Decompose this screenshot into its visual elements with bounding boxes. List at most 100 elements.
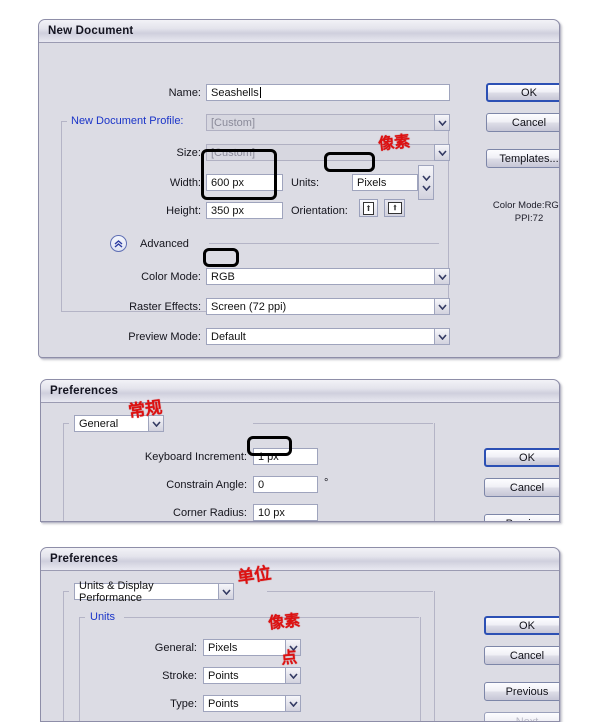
preview-mode-label: Preview Mode: [128,331,201,343]
preferences-panel-combobox[interactable]: General [74,415,164,432]
name-input-value: Seashells [211,86,259,99]
height-input-value: 350 px [211,204,245,217]
info-color-mode: Color Mode:RGB [492,200,560,211]
chevron-down-icon[interactable] [434,328,450,345]
units-panel-groupbox-top-right [267,591,433,592]
landscape-icon [387,202,402,214]
name-input[interactable]: Seashells [206,84,450,101]
chevron-down-icon[interactable] [285,667,301,684]
cancel-button[interactable]: Cancel [484,478,559,497]
new-document-titlebar: New Document [39,20,559,43]
width-input-value: 600 px [211,176,245,189]
units-type-combobox[interactable]: Points [203,695,301,712]
chevron-down-icon-lower [421,184,431,191]
preferences-general-titlebar: Preferences [41,380,559,403]
corner-radius-label: Corner Radius: [173,507,247,519]
screenshot-stage: New Document Name: Seashells New Documen… [0,0,600,722]
units-stroke-label: Stroke: [162,670,197,682]
preferences-general-dialog: Preferences General Keyboard Increment: … [40,379,560,522]
orientation-landscape-button[interactable] [384,199,405,217]
degree-symbol: ° [324,477,329,489]
constrain-angle-value: 0 [258,478,265,491]
preferences-general-title: Preferences [50,385,119,397]
units-inner-legend: Units [87,611,119,623]
chevron-down-icon[interactable] [434,144,450,161]
constrain-angle-input[interactable]: 0 [253,476,318,493]
templates-button[interactable]: Templates... [486,149,559,168]
previous-button[interactable]: Previous [484,514,559,521]
general-panel-groupbox-top-left [63,423,69,424]
units-value: Pixels [357,176,387,189]
chevron-down-icon[interactable] [285,695,301,712]
cancel-button[interactable]: Cancel [484,646,559,665]
text-caret [259,87,261,98]
color-mode-label: Color Mode: [141,271,201,283]
width-label: Width: [169,177,201,189]
keyboard-increment-value: 1 px [258,450,279,463]
chevron-down-icon[interactable] [148,415,164,432]
orientation-portrait-button[interactable] [359,199,378,217]
units-panel-groupbox-top-left [63,591,69,592]
height-input[interactable]: 350 px [206,202,283,219]
color-mode-value: RGB [206,268,434,285]
units-inner-groupbox-top-left [79,617,85,618]
units-inner-groupbox-top-right [124,617,419,618]
keyboard-increment-label: Keyboard Increment: [144,451,247,463]
profile-groupbox-top-left [61,121,67,122]
chevron-down-icon[interactable] [285,639,301,656]
chevron-down-icon[interactable] [434,114,450,131]
advanced-divider [209,243,439,244]
name-label: Name: [168,87,201,99]
corner-radius-input[interactable]: 10 px [253,504,318,521]
preview-mode-combobox[interactable]: Default [206,328,450,345]
width-input[interactable]: 600 px [206,174,283,191]
preferences-units-titlebar: Preferences [41,548,559,571]
general-panel-groupbox-top-right [253,423,433,424]
info-ppi: PPI:72 [514,213,544,224]
color-mode-combobox[interactable]: RGB [206,268,450,285]
preferences-panel-combobox[interactable]: Units & Display Performance [74,580,234,604]
height-label: Height: [166,205,201,217]
ok-button[interactable]: OK [484,616,559,635]
raster-effects-combobox[interactable]: Screen (72 ppi) [206,298,450,315]
units-general-label: General: [154,642,197,654]
units-general-combobox[interactable]: Pixels [203,639,301,656]
preferences-units-dialog: Preferences Units & Display Performance … [40,547,560,722]
units-label: Units: [291,177,320,189]
preferences-general-body: General Keyboard Increment: 1 px Constra… [41,402,559,521]
units-stroke-combobox[interactable]: Points [203,667,301,684]
chevron-down-icon[interactable] [434,298,450,315]
chevron-down-icon[interactable] [434,268,450,285]
chevron-down-icon[interactable] [218,583,234,600]
advanced-disclosure-toggle[interactable] [110,235,127,252]
units-spinner[interactable] [418,165,434,200]
corner-radius-value: 10 px [258,506,285,519]
raster-effects-label: Raster Effects: [129,301,201,313]
profile-legend: New Document Profile: [68,115,187,127]
ok-button[interactable]: OK [486,83,559,102]
preferences-units-title: Preferences [50,553,119,565]
ok-button[interactable]: OK [484,448,559,467]
units-general-value: Pixels [203,639,285,656]
size-combobox-value: [Custom] [206,144,434,161]
preferences-panel-value: General [74,415,148,432]
previous-button[interactable]: Previous [484,682,559,701]
next-button[interactable]: Next [484,712,559,721]
constrain-angle-label: Constrain Angle: [166,479,247,491]
cancel-button[interactable]: Cancel [486,113,559,132]
preferences-panel-value: Units & Display Performance [74,580,218,604]
portrait-icon [363,201,374,215]
profile-combobox[interactable]: [Custom] [206,114,450,131]
size-combobox[interactable]: [Custom] [206,144,450,161]
profile-combobox-value: [Custom] [206,114,434,131]
size-label: Size: [176,147,201,159]
preferences-units-body: Units & Display Performance Units Genera… [41,570,559,721]
units-stroke-value: Points [203,667,285,684]
orientation-label: Orientation: [291,205,348,217]
new-document-body: Name: Seashells New Document Profile: [C… [39,42,559,357]
chevron-down-icon-upper [421,174,431,181]
advanced-label: Advanced [140,238,189,250]
units-combobox-field[interactable]: Pixels [352,174,418,191]
keyboard-increment-input[interactable]: 1 px [253,448,318,465]
chevron-double-up-icon [114,239,123,248]
